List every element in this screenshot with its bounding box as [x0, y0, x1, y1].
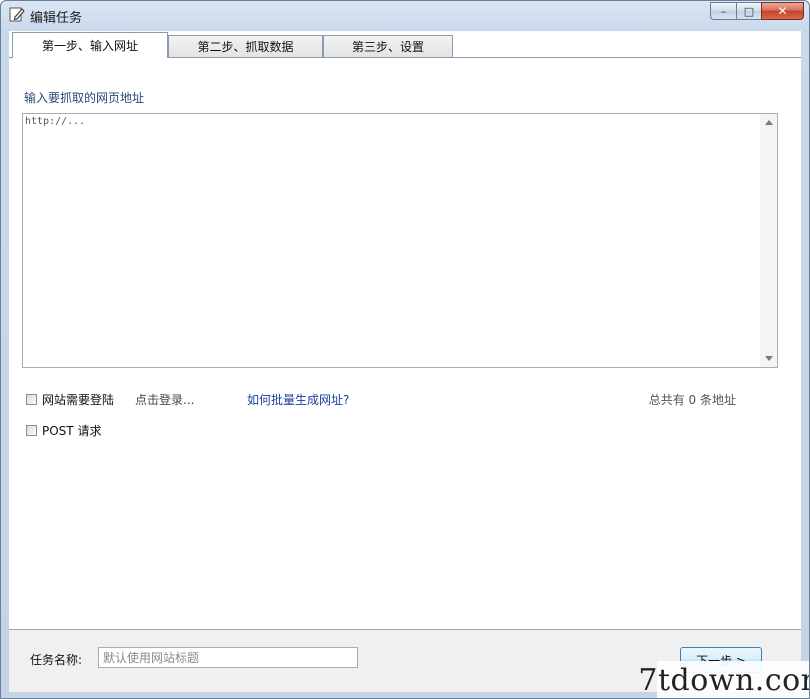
- tab-step3-settings[interactable]: 第三步、设置: [323, 35, 453, 57]
- watermark-logo: 7tdown.com: [638, 661, 809, 698]
- post-request-row[interactable]: POST 请求: [26, 422, 101, 439]
- edit-task-window: 编辑任务 – □ ✕ 第一步、输入网址 第二步、抓取数据 第三步、设置 输入要抓…: [0, 0, 810, 699]
- scroll-up-icon[interactable]: [765, 120, 773, 125]
- batch-generate-url-link[interactable]: 如何批量生成网址?: [247, 391, 349, 408]
- url-scrollbar[interactable]: [760, 114, 777, 367]
- login-required-row[interactable]: 网站需要登陆: [26, 391, 114, 408]
- caption-buttons: – □ ✕: [710, 2, 804, 21]
- edit-pencil-icon: [9, 7, 25, 22]
- minimize-icon: –: [720, 4, 727, 18]
- click-login-link[interactable]: 点击登录...: [135, 391, 194, 408]
- login-required-label: 网站需要登陆: [42, 393, 115, 407]
- tab-step2-scrape-data[interactable]: 第二步、抓取数据: [168, 35, 323, 57]
- maximize-icon: □: [743, 4, 755, 18]
- tab-step1-input-url[interactable]: 第一步、输入网址: [12, 32, 168, 58]
- close-icon: ✕: [777, 4, 788, 18]
- scroll-down-icon[interactable]: [765, 356, 773, 361]
- task-name-input[interactable]: [98, 647, 358, 668]
- window-title: 编辑任务: [30, 11, 83, 26]
- post-request-checkbox[interactable]: [26, 425, 37, 436]
- url-input-label: 输入要抓取的网页地址: [24, 91, 145, 105]
- login-required-checkbox[interactable]: [26, 394, 37, 405]
- url-textarea[interactable]: [25, 116, 757, 364]
- post-request-label: POST 请求: [42, 424, 102, 438]
- url-textarea-frame: [22, 113, 778, 368]
- url-count-text: 总共有 0 条地址: [648, 393, 736, 407]
- close-button[interactable]: ✕: [761, 2, 804, 20]
- minimize-button[interactable]: –: [710, 2, 736, 20]
- dialog-client-area: 第一步、输入网址 第二步、抓取数据 第三步、设置 输入要抓取的网页地址 网站需要…: [9, 31, 801, 692]
- task-name-label: 任务名称:: [30, 653, 83, 667]
- step-tabs: 第一步、输入网址 第二步、抓取数据 第三步、设置: [9, 32, 801, 58]
- maximize-button[interactable]: □: [736, 2, 761, 20]
- title-bar[interactable]: 编辑任务 – □ ✕: [1, 1, 809, 29]
